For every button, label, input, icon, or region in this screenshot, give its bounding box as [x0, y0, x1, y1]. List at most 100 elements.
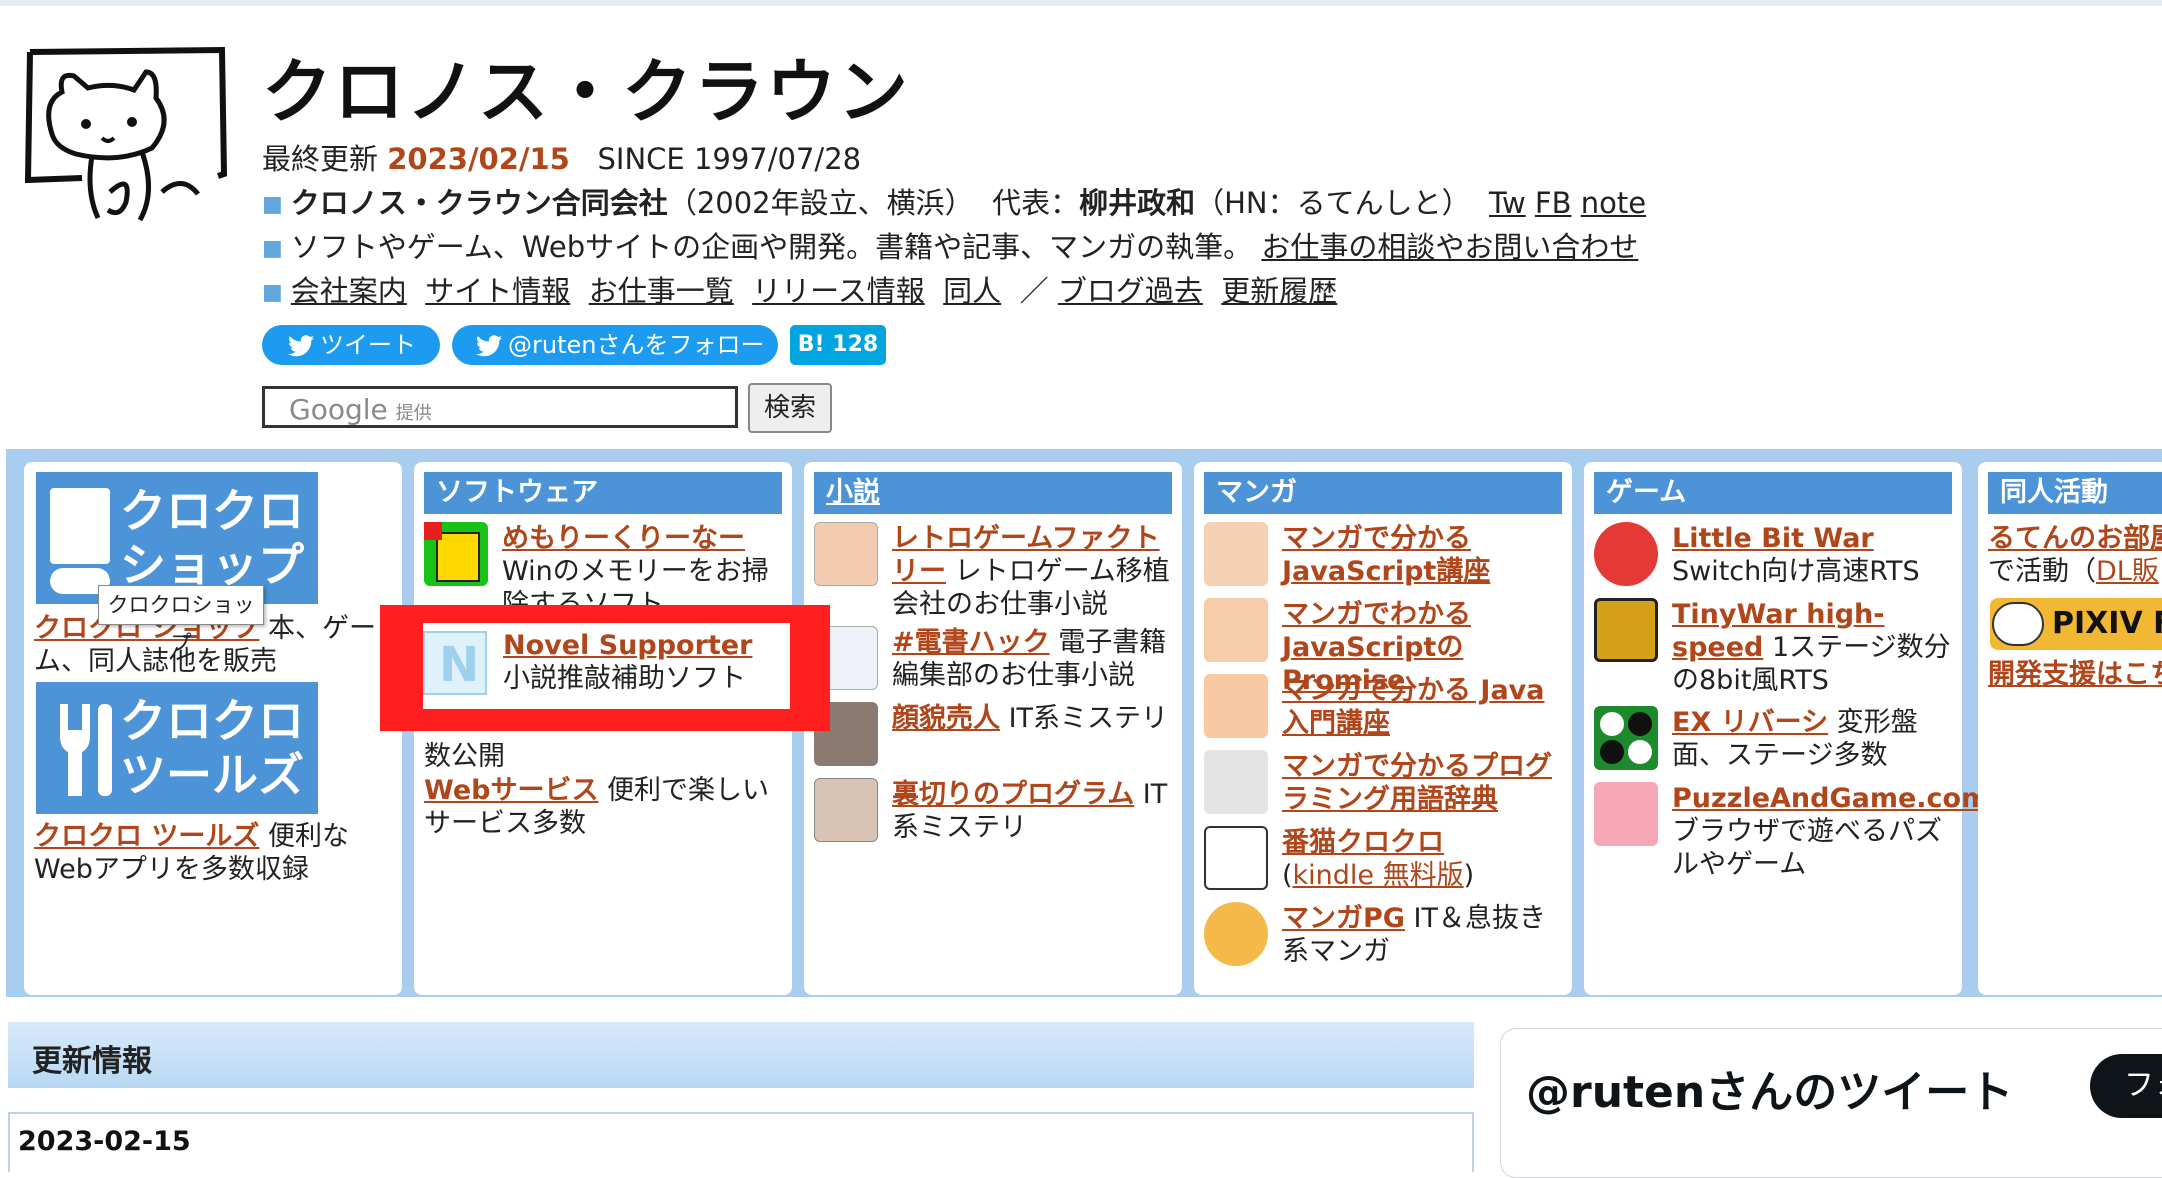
search-input[interactable]: Google 提供	[262, 386, 738, 428]
shop-banner-text: クロクロ ショップ	[120, 484, 304, 592]
category-head-novel[interactable]: 小説	[814, 472, 1172, 514]
game-character-icon	[1594, 522, 1658, 586]
update-date: 2023-02-15	[18, 1126, 191, 1157]
card-novel: 小説 レトロゲームファクトリー レトロゲーム移植会社のお仕事小説 #電書ハック …	[804, 462, 1182, 995]
pixiv-fanbox-text: PIXIV FA	[2052, 606, 2162, 641]
banner-kurokuro-tools[interactable]: クロクロ ツールズ	[36, 682, 318, 814]
manga-item: マンガで分かるJavaScript講座	[1204, 522, 1564, 588]
rep-label: 代表：	[992, 186, 1080, 220]
card-shop: クロクロ ショップ クロクロ ショップ 本、ゲーム、同人誌他を販売 クロクロ ツ…	[24, 462, 402, 995]
cat-icon	[1204, 902, 1268, 966]
tweet-label: ツイート	[320, 331, 416, 359]
item-title[interactable]: 裏切りのプログラム	[892, 779, 1134, 810]
twitter-follow-button[interactable]: フォ	[2090, 1054, 2162, 1118]
nav-release-info[interactable]: リリース情報	[752, 274, 925, 308]
item-title[interactable]: 開発支援はこち	[1988, 659, 2162, 690]
link-twitter[interactable]: Tw	[1489, 186, 1526, 220]
rep-name: 柳井政和	[1079, 186, 1196, 220]
item-desc: ブラウザで遊べるパズルやゲーム	[1672, 816, 1942, 880]
item-title[interactable]: Webサービス	[424, 775, 598, 806]
cat-icon	[1992, 602, 2044, 646]
nav-blog-archive[interactable]: ブログ過去	[1058, 274, 1203, 308]
novel-item: レトロゲームファクトリー レトロゲーム移植会社のお仕事小説	[814, 522, 1174, 621]
site-logo-cat[interactable]	[22, 42, 232, 232]
tweet-button[interactable]: ツイート	[262, 325, 440, 365]
twitter-bird-icon	[288, 335, 314, 357]
services-text: ソフトやゲーム、Webサイトの企画や開発。書籍や記事、マンガの執筆。	[290, 230, 1253, 264]
search-button[interactable]: 検索	[748, 383, 832, 433]
handle-name: （HN：るてんしと）	[1195, 186, 1471, 220]
item-title[interactable]: Little Bit War	[1672, 523, 1874, 554]
header-line-nav: ■ 会社案内 サイト情報 お仕事一覧 リリース情報 同人 ／ ブログ過去 更新履歴	[262, 268, 1337, 310]
nav-doujin[interactable]: 同人	[943, 274, 1001, 308]
kindle-free-link[interactable]: kindle 無料版	[1293, 860, 1464, 891]
hatena-bookmark-button[interactable]: B! 128	[790, 325, 886, 365]
item-title[interactable]: 顔貌売人	[892, 703, 1000, 734]
item-title[interactable]: EX リバーシ	[1672, 707, 1828, 738]
hatena-b-icon: B!	[797, 332, 825, 357]
manga-item: マンガで分かるプログラミング用語辞典	[1204, 750, 1564, 816]
since-text: SINCE 1997/07/28	[597, 142, 862, 176]
item-title[interactable]: マンガPG	[1282, 903, 1405, 934]
item-title[interactable]: マンガで分かる Java入門講座	[1282, 675, 1545, 739]
manga-item: マンガで分かる Java入門講座	[1204, 674, 1564, 740]
dl-sales-link[interactable]: DL販	[2096, 556, 2159, 587]
pixiv-fanbox-banner[interactable]: PIXIV FA	[1990, 598, 2162, 650]
novel-item: 顔貌売人 IT系ミステリ	[814, 702, 1174, 766]
game-item: Little Bit War Switch向け高速RTS	[1594, 522, 1954, 588]
nav-update-history[interactable]: 更新履歴	[1221, 274, 1337, 308]
category-head-game: ゲーム	[1594, 472, 1952, 514]
item-title[interactable]: マンガで分かるプログラミング用語辞典	[1282, 751, 1552, 815]
nav-company[interactable]: 会社案内	[291, 274, 407, 308]
card-manga: マンガ マンガで分かるJavaScript講座 マンガでわかるJavaScrip…	[1194, 462, 1572, 995]
reversi-board-icon	[1594, 706, 1658, 770]
memory-cleaner-icon	[424, 522, 488, 586]
software-item-count: 数公開	[424, 740, 784, 773]
item-title[interactable]: Novel Supporter	[503, 630, 752, 661]
company-name: クロノス・クラウン合同会社	[290, 186, 668, 220]
top-strip	[0, 0, 2162, 6]
software-item-web-services: Webサービス 便利で楽しいサービス多数	[424, 774, 784, 840]
item-desc: IT系ミステリ	[1008, 703, 1169, 734]
doujin-item: るてんのお部屋 で活動（DL販	[1988, 522, 2162, 588]
bullet-icon: ■	[262, 280, 283, 305]
updates-header: 更新情報	[8, 1022, 1474, 1088]
google-watermark: Google 提供	[289, 393, 432, 426]
game-item: PuzzleAndGame.com ブラウザで遊べるパズルやゲーム	[1594, 782, 1989, 881]
google-text: Google	[289, 393, 388, 426]
item-title[interactable]: るてんのお部屋	[1988, 523, 2162, 554]
novel-supporter-icon: N	[423, 631, 487, 695]
follow-button[interactable]: @rutenさんをフォロー	[452, 325, 778, 365]
category-head-software: ソフトウェア	[424, 472, 782, 514]
link-facebook[interactable]: FB	[1535, 186, 1572, 220]
doujin-item: 開発支援はこち	[1988, 658, 2162, 691]
item-title[interactable]: 番猫クロクロ	[1282, 827, 1444, 858]
link-note[interactable]: note	[1581, 186, 1646, 220]
item-title[interactable]: マンガで分かるJavaScript講座	[1282, 523, 1490, 587]
item-title[interactable]: #電書ハック	[892, 627, 1050, 658]
founded-text: （2002年設立、横浜）	[667, 186, 974, 220]
bullet-icon: ■	[262, 192, 283, 217]
last-updated: 最終更新 2023/02/15 SINCE 1997/07/28	[262, 136, 861, 178]
manga-item: 番猫クロクロ (kindle 無料版)	[1204, 826, 1564, 892]
manga-face-icon	[1204, 750, 1268, 814]
category-head-doujin: 同人活動	[1988, 472, 2162, 514]
nav-site-info[interactable]: サイト情報	[425, 274, 570, 308]
novel-item: #電書ハック 電子書籍編集部のお仕事小説	[814, 626, 1174, 692]
follow-label: @rutenさんをフォロー	[508, 331, 765, 359]
contact-link[interactable]: お仕事の相談やお問い合わせ	[1261, 230, 1638, 264]
twitter-timeline-title: @rutenさんのツイート	[1526, 1067, 2014, 1118]
game-character-icon	[1594, 598, 1658, 662]
item-desc-close: )	[1463, 860, 1475, 891]
nav-work-list[interactable]: お仕事一覧	[589, 274, 734, 308]
category-head-manga: マンガ	[1204, 472, 1562, 514]
item-title[interactable]: PuzzleAndGame.com	[1672, 783, 1989, 814]
item-title[interactable]: めもりーくりーなー	[502, 523, 745, 554]
updates-body	[8, 1112, 1474, 1172]
tooltip: クロクロショップ	[98, 585, 264, 655]
tools-item: クロクロ ツールズ 便利なWebアプリを多数収録	[34, 820, 394, 886]
wrench-icon	[60, 704, 112, 796]
updated-date: 2023/02/15	[387, 142, 570, 176]
tools-item-title[interactable]: クロクロ ツールズ	[34, 821, 259, 852]
bullet-icon: ■	[262, 236, 283, 261]
